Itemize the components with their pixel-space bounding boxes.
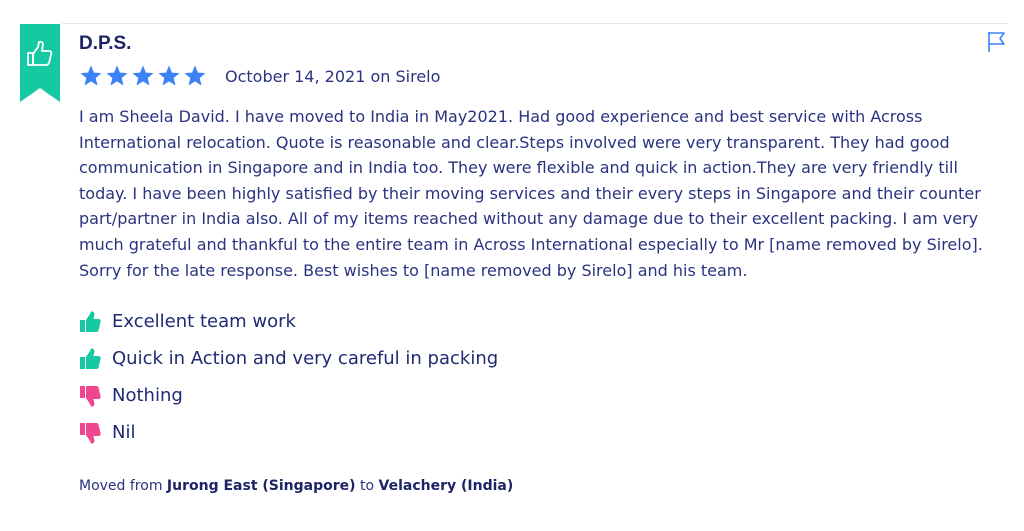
review-body: I am Sheela David. I have moved to India… xyxy=(79,107,983,280)
star-icon xyxy=(80,65,102,86)
pro-text: Quick in Action and very careful in pack… xyxy=(112,348,499,370)
star-icon xyxy=(106,65,128,86)
reviewer-name: D.P.S. xyxy=(79,33,132,54)
thumbs-down-icon xyxy=(80,422,101,444)
review-date: October 14, 2021 on Sirelo xyxy=(225,66,441,86)
review-card: D.P.S. October 14, 2021 on Sirelo I am S… xyxy=(79,32,1009,494)
review-source: Sirelo xyxy=(395,66,441,86)
con-text: Nothing xyxy=(112,385,183,407)
thumbs-up-badge-icon xyxy=(20,24,60,102)
con-item: Nothing xyxy=(79,377,1009,414)
pros-cons-list: Excellent team work Quick in Action and v… xyxy=(79,303,1009,451)
con-text: Nil xyxy=(112,422,136,444)
review-meta: October 14, 2021 on Sirelo xyxy=(79,61,1009,91)
thumbs-up-icon xyxy=(80,311,101,332)
thumbs-up-icon xyxy=(80,348,101,369)
star-icon xyxy=(184,65,206,86)
moved-from: Jurong East (Singapore) xyxy=(166,478,356,495)
star-rating xyxy=(79,64,207,88)
star-icon xyxy=(132,65,154,86)
review-top-divider xyxy=(62,23,1008,24)
star-icon xyxy=(158,65,180,86)
pro-text: Excellent team work xyxy=(112,311,296,333)
pro-item: Excellent team work xyxy=(79,303,1009,340)
moved-to: Velachery (India) xyxy=(378,478,514,495)
thumbs-down-icon xyxy=(80,385,101,407)
move-route: Moved from Jurong East (Singapore) to Ve… xyxy=(79,478,514,495)
con-item: Nil xyxy=(79,414,1009,451)
pro-item: Quick in Action and very careful in pack… xyxy=(79,340,1009,377)
